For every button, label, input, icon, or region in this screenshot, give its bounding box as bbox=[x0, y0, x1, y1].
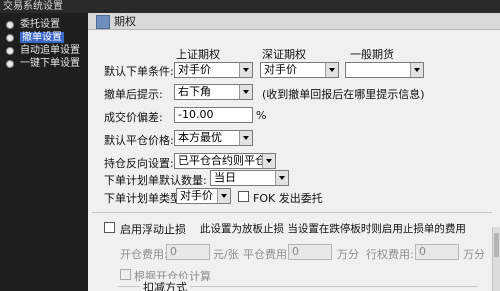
sidebar-item-label: 撤单设置 bbox=[20, 32, 64, 43]
window-title-bar: 交易系统设置 bbox=[0, 0, 500, 13]
select-value: 对手价 bbox=[180, 189, 213, 202]
stop-loss-checkbox[interactable] bbox=[104, 222, 115, 233]
exercise-fee-input[interactable]: 0 bbox=[415, 244, 459, 260]
open-fee-input[interactable]: 0 bbox=[166, 244, 210, 260]
sidebar-item-auto-chase[interactable]: 自动追单设置 bbox=[0, 44, 88, 57]
default-order-label: 默认下单条件: bbox=[104, 65, 174, 78]
deviation-input[interactable]: -10.00 bbox=[174, 107, 253, 123]
section-divider bbox=[92, 212, 492, 213]
chevron-down-icon[interactable] bbox=[239, 131, 252, 145]
window-title: 交易系统设置 bbox=[3, 1, 63, 12]
default-price-label: 默认平仓价格: bbox=[104, 134, 174, 147]
column-other: 一般期货 bbox=[350, 48, 394, 61]
select-value: 右下角 bbox=[178, 85, 211, 98]
stop-loss-description: 此设置为放板止损 当设置在跌停板时则启用止损单的费用 bbox=[200, 223, 466, 235]
secondary-checkbox[interactable] bbox=[120, 269, 131, 280]
sidebar-item-label: 一键下单设置 bbox=[20, 58, 80, 69]
fok-checkbox[interactable] bbox=[238, 191, 249, 202]
chevron-down-icon[interactable] bbox=[410, 63, 423, 77]
post-cancel-select[interactable]: 右下角 bbox=[174, 84, 253, 100]
position-close-label: 持仓反向设置: bbox=[104, 157, 174, 170]
group-label: 扣减方式 bbox=[140, 279, 190, 291]
deviation-label: 成交价偏差: bbox=[104, 111, 163, 124]
bullet-icon bbox=[6, 21, 14, 29]
select-value: 已平仓合约则平仓 bbox=[178, 154, 266, 167]
sidebar-item-label: 自动追单设置 bbox=[20, 45, 80, 56]
close-fee-unit: 万分 bbox=[337, 248, 359, 261]
select-value: 当日 bbox=[214, 171, 236, 184]
close-fee-label: 平仓费用: bbox=[243, 248, 291, 261]
column-sz: 深证期权 bbox=[262, 48, 306, 61]
sidebar-item-cancel[interactable]: 撤单设置 bbox=[0, 31, 88, 44]
chevron-down-icon[interactable] bbox=[217, 189, 230, 203]
settings-sidebar: 委托设置 撤单设置 自动追单设置 一键下单设置 bbox=[0, 13, 88, 291]
default-order-sh-select[interactable]: 对手价 bbox=[174, 62, 253, 78]
panel-title: 期权 bbox=[114, 15, 136, 28]
order-type-label: 下单计划单类型: bbox=[104, 192, 185, 205]
bullet-icon bbox=[6, 34, 14, 42]
position-close-select[interactable]: 已平仓合约则平仓 bbox=[174, 153, 276, 169]
fok-checkbox-label: FOK 发出委托 bbox=[253, 192, 323, 205]
tab-icon bbox=[96, 15, 110, 29]
auto-qty-select[interactable]: 当日 bbox=[210, 170, 289, 186]
chevron-down-icon[interactable] bbox=[262, 154, 275, 168]
chevron-down-icon[interactable] bbox=[325, 63, 338, 77]
close-fee-input[interactable]: 0 bbox=[288, 244, 332, 260]
exercise-fee-unit: 万分 bbox=[463, 248, 485, 261]
default-price-select[interactable]: 本方最优 bbox=[174, 130, 253, 146]
auto-qty-label: 下单计划单默认数量: bbox=[104, 174, 207, 187]
chevron-down-icon[interactable] bbox=[239, 85, 252, 99]
bullet-icon bbox=[6, 60, 14, 68]
default-order-other-select[interactable] bbox=[345, 62, 424, 78]
post-cancel-label: 撤单后提示: bbox=[104, 88, 163, 101]
open-fee-unit: 元/张 bbox=[213, 248, 239, 261]
scrollbar-thumb[interactable] bbox=[494, 233, 499, 257]
select-value: 本方最优 bbox=[178, 131, 222, 144]
deviation-unit: % bbox=[256, 109, 267, 122]
chevron-down-icon[interactable] bbox=[275, 171, 288, 185]
sidebar-item-label: 委托设置 bbox=[20, 19, 60, 30]
column-sh: 上证期权 bbox=[176, 48, 220, 61]
post-cancel-note: (收到撤单回报后在哪里提示信息) bbox=[262, 88, 425, 101]
scrollbar[interactable] bbox=[492, 227, 500, 291]
select-value: 对手价 bbox=[178, 63, 211, 76]
select-value: 对手价 bbox=[264, 63, 297, 76]
bullet-icon bbox=[6, 47, 14, 55]
stop-loss-label: 启用浮动止损 bbox=[120, 223, 186, 236]
panel-header: 期权 bbox=[88, 13, 500, 30]
exercise-fee-label: 行权费用: bbox=[366, 248, 414, 261]
open-fee-label: 开仓费用: bbox=[120, 248, 168, 261]
settings-panel: 期权 上证期权 深证期权 一般期货 默认下单条件: 对手价 对手价 撤单后提示:… bbox=[88, 13, 500, 291]
default-order-sz-select[interactable]: 对手价 bbox=[260, 62, 339, 78]
order-type-select[interactable]: 对手价 bbox=[176, 188, 231, 204]
sidebar-item-one-click[interactable]: 一键下单设置 bbox=[0, 57, 88, 70]
sidebar-item-order[interactable]: 委托设置 bbox=[0, 18, 88, 31]
chevron-down-icon[interactable] bbox=[239, 63, 252, 77]
